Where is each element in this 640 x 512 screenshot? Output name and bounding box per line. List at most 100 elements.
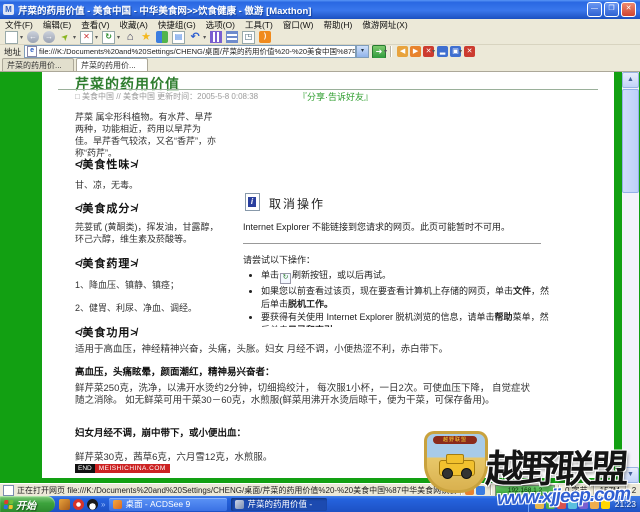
page-file-icon: e xyxy=(27,46,37,57)
end-label: END xyxy=(75,464,95,473)
quick-launch-area: » xyxy=(55,499,109,510)
quicklaunch-qq-icon[interactable] xyxy=(87,499,98,510)
menu-edit[interactable]: 编辑(E) xyxy=(38,19,76,31)
tray-icon-1[interactable] xyxy=(535,500,544,509)
info-page-icon: i xyxy=(245,193,260,211)
new-page-caret-icon[interactable]: ▾ xyxy=(20,34,23,41)
section-body-taste: 甘、凉，无毒。 xyxy=(75,179,138,191)
popup-window-icon[interactable]: ◳ xyxy=(242,31,255,44)
section-body-uses: 适用于高血压，神经精神兴奋，头痛，头胀。妇女 月经不调，小便热涩不利，赤白带下。 xyxy=(75,344,448,356)
tray-icon-6[interactable] xyxy=(590,500,599,509)
menu-file[interactable]: 文件(F) xyxy=(0,19,38,31)
remedy-1-title: 高血压，头痛眩晕，颜面潮红，精神易兴奋者： xyxy=(75,364,275,378)
section-heading-components: ≮美食成分≯ xyxy=(75,200,138,216)
error-tip-3: 要获得有关使用 Internet Explorer 脱机浏览的信息，请单击帮助菜… xyxy=(261,311,551,327)
article-meta: □ 美食中国 // 美食中国 更新时间：2005-5-8 0:08:38 xyxy=(75,91,258,102)
webpage-body: 芹菜的药用价值 □ 美食中国 // 美食中国 更新时间：2005-5-8 0:0… xyxy=(42,72,614,478)
address-url-text: file:///K:/Documents%20and%20Settings/CH… xyxy=(39,46,356,57)
scroll-up-icon[interactable]: ▲ xyxy=(622,72,639,88)
address-label: 地址 xyxy=(0,46,24,58)
tab-celery-2[interactable]: 芹菜的药用价... xyxy=(76,58,148,71)
taskbar-task-acdsee[interactable]: 桌面 - ACDSee 9 xyxy=(109,498,227,511)
minimize-all-icon[interactable]: ▂ xyxy=(437,46,448,57)
columns-icon[interactable] xyxy=(210,31,222,43)
refresh-caret-icon[interactable]: ▾ xyxy=(117,34,120,41)
close-button[interactable]: ✕ xyxy=(621,2,636,17)
menu-view[interactable]: 查看(V) xyxy=(76,19,114,31)
restore-button[interactable]: ❐ xyxy=(604,2,619,17)
menu-help[interactable]: 帮助(H) xyxy=(319,19,358,31)
close-all-icon[interactable]: ✕ xyxy=(464,46,475,57)
status-plugin-icon[interactable] xyxy=(465,486,474,495)
menu-favorites[interactable]: 收藏(A) xyxy=(115,19,153,31)
stop-icon[interactable]: ✕ xyxy=(80,31,93,44)
status-bar: 正在打开网页 file:///K:/Documents%20and%20Sett… xyxy=(0,483,640,496)
windows-list-caret-icon[interactable]: ▾ xyxy=(459,48,462,55)
remedy-1-body: 鲜芹菜250克，洗净，以沸开水烫约2分钟，切细捣绞汁， 每次服1小杯，一日2次。… xyxy=(75,383,535,406)
scroll-down-icon[interactable]: ▼ xyxy=(622,467,639,483)
tray-icon-7[interactable] xyxy=(601,500,610,509)
menu-groups[interactable]: 快捷组(G) xyxy=(153,19,201,31)
go-arrow-icon[interactable]: ➤ xyxy=(57,29,74,46)
status-memory: 157M xyxy=(598,486,622,495)
undo-caret-icon[interactable]: ▾ xyxy=(203,34,206,41)
close-tab-caret-icon[interactable]: ▾ xyxy=(432,48,435,55)
quicklaunch-overflow-icon[interactable]: » xyxy=(101,500,105,509)
menu-maxthon-urls[interactable]: 傲游网址(X) xyxy=(357,19,412,31)
tray-icon-4[interactable] xyxy=(568,500,577,509)
share-link[interactable]: 『分享·告诉好友』 xyxy=(298,90,373,103)
article-intro: 芹菜 属伞形科植物。有水芹、旱芹两种，功能相近，药用以旱芹为佳。旱芹香气较浓，又… xyxy=(75,111,217,159)
menu-options[interactable]: 选项(O) xyxy=(201,19,240,31)
tray-icon-2[interactable] xyxy=(546,500,555,509)
section-body-components: 芫荽甙 (黄酮类)，挥发油，甘露醇，环己六醇，维生素及菸酸等。 xyxy=(75,221,221,245)
maxthon-task-icon xyxy=(235,500,244,509)
system-tray: 21:23 xyxy=(528,496,640,512)
tab-celery-1[interactable]: 芹菜的药用价... xyxy=(2,58,74,71)
error-tip-2: 如果您以前查看过该页，现在要查看计算机上存储的网页，单击文件，然后单击脱机工作。 xyxy=(261,285,551,310)
home-icon[interactable]: ⌂ xyxy=(124,31,136,43)
pharmacology-item-2: 2、健胃、利尿、净血、调经。 xyxy=(75,302,197,314)
menu-tools[interactable]: 工具(T) xyxy=(240,19,278,31)
error-divider xyxy=(243,243,541,244)
refresh-mini-icon: ↻ xyxy=(280,273,291,284)
quicklaunch-browser-icon[interactable] xyxy=(73,499,84,510)
remedy-2-body: 鲜芹菜30克，茜草6克，六月雪12克，水煎服。 xyxy=(75,449,272,463)
taskbar-task-maxthon[interactable]: 芹菜的药用价值 - xyxy=(231,498,327,511)
error-tip-1: 单击↻刷新按钮，或以后再试。 xyxy=(261,269,551,284)
back-icon[interactable]: ← xyxy=(27,31,39,43)
tray-icon-3[interactable] xyxy=(557,500,566,509)
stop-caret-icon[interactable]: ▾ xyxy=(95,34,98,41)
tray-icon-5[interactable] xyxy=(579,500,588,509)
grid-icon[interactable] xyxy=(226,31,238,43)
address-input[interactable]: e file:///K:/Documents%20and%20Settings/… xyxy=(24,45,356,58)
remedy-2-title: 妇女月经不调，崩中带下，或小便出血： xyxy=(75,425,246,439)
status-count: 2 xyxy=(630,486,638,495)
forward-icon[interactable]: → xyxy=(43,31,55,43)
error-tips-list: 单击↻刷新按钮，或以后再试。 如果您以前查看过该页，现在要查看计算机上存储的网页… xyxy=(249,269,551,327)
quicklaunch-maxthon-icon[interactable] xyxy=(59,499,70,510)
toolbar: ▾ ← → ➤▾ ✕▾ ↻▾ ⌂ ★ ▤ ↶▾ ◳ ) xyxy=(0,30,640,45)
next-tab-icon[interactable]: ▶ xyxy=(410,46,421,57)
status-bytes: 0 字节 xyxy=(563,485,590,496)
status-page-icon xyxy=(3,485,14,496)
go-button-caret-icon[interactable]: ▾ xyxy=(384,48,387,55)
panel-icon[interactable]: ▤ xyxy=(172,31,185,44)
new-page-icon[interactable] xyxy=(5,31,18,44)
pharmacology-item-1: 1、降血压、镇静、镇痉； xyxy=(75,279,179,291)
prev-tab-icon[interactable]: ◀ xyxy=(397,46,408,57)
undo-icon[interactable]: ↶ xyxy=(189,31,201,43)
refresh-icon[interactable]: ↻ xyxy=(102,31,115,44)
start-button[interactable]: 开始 xyxy=(0,496,55,512)
address-bar: 地址 e file:///K:/Documents%20and%20Settin… xyxy=(0,45,640,58)
menu-window[interactable]: 窗口(W) xyxy=(278,19,319,31)
favorites-star-icon[interactable]: ★ xyxy=(140,31,152,43)
rss-icon[interactable]: ) xyxy=(259,31,271,43)
address-dropdown-icon[interactable]: ▾ xyxy=(356,45,369,58)
groups-icon[interactable] xyxy=(156,31,168,43)
site-label: MEISHICHINA.COM xyxy=(95,464,170,473)
scrollbar-thumb[interactable] xyxy=(622,89,639,193)
vertical-scrollbar[interactable]: ▲ ▼ xyxy=(622,72,639,483)
status-proxy-icon[interactable] xyxy=(476,486,485,495)
minimize-button[interactable]: — xyxy=(587,2,602,17)
error-frame: i 取消操作 Internet Explorer 不能链接到您请求的网页。此页可… xyxy=(239,189,551,327)
